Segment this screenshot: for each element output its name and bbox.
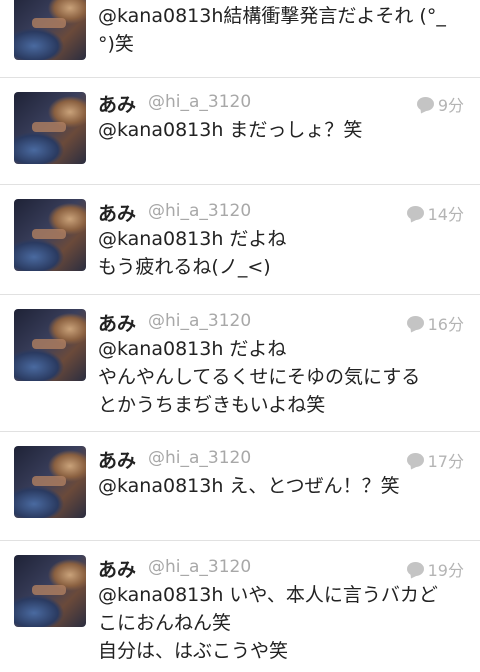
avatar[interactable] bbox=[14, 555, 86, 627]
user-handle[interactable]: @hi_a_3120 bbox=[148, 201, 251, 221]
user-handle[interactable]: @hi_a_3120 bbox=[148, 448, 251, 468]
tweet-item[interactable]: あみ @hi_a_3120 17分 @kana0813h え、とつぜん！？笑 bbox=[0, 432, 480, 541]
tweet-text: @kana0813h いや、本人に言うバカど こにおんねん笑 自分は、はぶこうや… bbox=[98, 584, 438, 662]
tweet-text: @kana0813h だよね もう疲れるね(ノ_<) bbox=[98, 228, 287, 278]
tweet-text: @kana0813h え、とつぜん！？笑 bbox=[98, 475, 400, 497]
user-name[interactable]: あみ bbox=[98, 90, 136, 117]
tweet-meta: 17分 bbox=[406, 448, 464, 472]
tweet-item[interactable]: あみ @hi_a_3120 9分 @kana0813h まだっしょ？笑 bbox=[0, 78, 480, 185]
tweet-time: 19分 bbox=[427, 561, 464, 580]
tweet-meta: 19分 bbox=[406, 557, 464, 581]
tweet-text: @kana0813h だよね やんやんしてるくせにそゆの気にする とかうちまぢき… bbox=[98, 338, 421, 416]
tweet-meta: 14分 bbox=[406, 201, 464, 225]
user-handle[interactable]: @hi_a_3120 bbox=[148, 311, 251, 331]
speech-bubble-icon[interactable] bbox=[406, 206, 424, 220]
tweet-item[interactable]: @kana0813h結構衝撃発言だよそれ (°_ °)笑 bbox=[0, 0, 480, 78]
speech-bubble-icon[interactable] bbox=[406, 562, 424, 576]
tweet-item[interactable]: あみ @hi_a_3120 16分 @kana0813h だよね やんやんしてる… bbox=[0, 295, 480, 432]
tweet-time: 16分 bbox=[427, 315, 464, 334]
tweet-time: 17分 bbox=[427, 452, 464, 471]
tweet-item[interactable]: あみ @hi_a_3120 19分 @kana0813h いや、本人に言うバカど… bbox=[0, 541, 480, 672]
tweet-time: 14分 bbox=[427, 205, 464, 224]
avatar[interactable] bbox=[14, 446, 86, 518]
user-handle[interactable]: @hi_a_3120 bbox=[148, 557, 251, 577]
speech-bubble-icon[interactable] bbox=[416, 97, 434, 111]
speech-bubble-icon[interactable] bbox=[406, 453, 424, 467]
avatar[interactable] bbox=[14, 199, 86, 271]
tweet-timeline: @kana0813h結構衝撃発言だよそれ (°_ °)笑 あみ @hi_a_31… bbox=[0, 0, 480, 672]
user-name[interactable]: あみ bbox=[98, 199, 136, 226]
tweet-item[interactable]: あみ @hi_a_3120 14分 @kana0813h だよね もう疲れるね(… bbox=[0, 185, 480, 295]
tweet-time: 9分 bbox=[437, 96, 464, 115]
tweet-meta: 9分 bbox=[416, 92, 464, 116]
tweet-text: @kana0813h結構衝撃発言だよそれ (°_ °)笑 bbox=[98, 5, 446, 55]
tweet-meta: 16分 bbox=[406, 311, 464, 335]
speech-bubble-icon[interactable] bbox=[406, 316, 424, 330]
user-name[interactable]: あみ bbox=[98, 555, 136, 582]
user-name[interactable]: あみ bbox=[98, 446, 136, 473]
tweet-text: @kana0813h まだっしょ？笑 bbox=[98, 119, 363, 141]
user-name[interactable]: あみ bbox=[98, 309, 136, 336]
avatar[interactable] bbox=[14, 0, 86, 60]
avatar[interactable] bbox=[14, 309, 86, 381]
avatar[interactable] bbox=[14, 92, 86, 164]
user-handle[interactable]: @hi_a_3120 bbox=[148, 92, 251, 112]
